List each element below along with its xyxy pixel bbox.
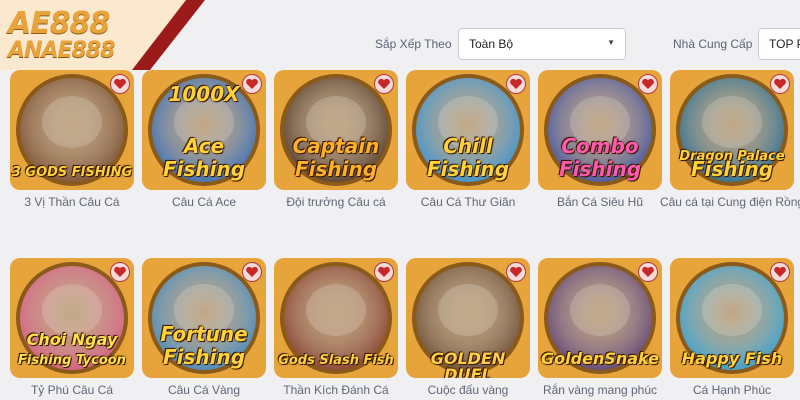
heart-icon[interactable] [638, 74, 658, 94]
heart-icon[interactable] [638, 262, 658, 282]
heart-icon[interactable] [506, 262, 526, 282]
heart-icon[interactable] [110, 74, 130, 94]
game-thumbnail[interactable]: Fortune Fishing [142, 258, 266, 378]
sort-label: Sắp Xếp Theo [375, 37, 452, 51]
game-thumbnail[interactable]: 3 GODS FISHING [10, 70, 134, 190]
game-title[interactable]: Rắn vàng mang phúc [524, 382, 676, 399]
heart-icon[interactable] [374, 74, 394, 94]
game-title[interactable]: Cá Hạnh Phúc [656, 382, 800, 399]
game-title[interactable]: Đội trưởng Câu cá [260, 194, 412, 211]
logo-line-1: AE888 [8, 6, 110, 41]
game-title[interactable]: 3 Vị Thần Câu Cá [0, 194, 148, 211]
game-thumbnail[interactable]: Chơi Ngay Fishing Tycoon [10, 258, 134, 378]
game-thumbnail[interactable]: Chill Fishing [406, 70, 530, 190]
game-art-text: Chơi Ngay [26, 330, 118, 349]
game-art-text: Fishing [426, 157, 510, 181]
provider-select-value: TOP PL [769, 37, 800, 51]
game-thumbnail[interactable]: GOLDEN DUEL [406, 258, 530, 378]
game-thumbnail[interactable]: Combo Fishing [538, 70, 662, 190]
game-art-text: Fishing [690, 157, 774, 181]
game-art-text: GOLDEN DUEL [430, 349, 506, 379]
game-title[interactable]: Câu Cá Thư Giãn [392, 194, 544, 211]
sort-select[interactable]: Toàn Bộ ▼ [458, 28, 626, 60]
game-art-text: Captain [292, 134, 380, 158]
game-thumbnail[interactable]: Dragon Palace Fishing [670, 70, 794, 190]
sort-select-value: Toàn Bộ [469, 37, 514, 51]
game-art-text: Fishing [294, 157, 378, 181]
game-art-text: Fishing [162, 157, 246, 181]
brand-logo[interactable]: AE888 ANAE888 [0, 0, 205, 70]
game-art-text: Combo [561, 134, 639, 158]
game-art-text: Fishing Tycoon [18, 353, 126, 368]
heart-icon[interactable] [506, 74, 526, 94]
game-art-text: Fishing [162, 345, 246, 369]
provider-label: Nhà Cung Cấp [673, 37, 753, 51]
game-art-text: 3 GODS FISHING [11, 165, 133, 180]
game-thumbnail[interactable]: Gods Slash Fish [274, 258, 398, 378]
game-art-text: Fishing [558, 157, 642, 181]
chevron-down-icon: ▼ [607, 38, 615, 47]
heart-icon[interactable] [110, 262, 130, 282]
game-title[interactable]: Câu cá tại Cung điện Rồng [656, 194, 800, 211]
heart-icon[interactable] [374, 262, 394, 282]
game-thumbnail[interactable]: GoldenSnake [538, 258, 662, 378]
game-art-text: Ace [183, 134, 225, 158]
game-art-text: Fortune [160, 322, 248, 346]
game-title[interactable]: Bắn Cá Siêu Hũ [524, 194, 676, 211]
game-title[interactable]: Thần Kích Đánh Cá [260, 382, 412, 399]
game-art-text: Chill [443, 134, 493, 158]
provider-select[interactable]: TOP PL [758, 28, 800, 60]
game-art-text: Happy Fish [681, 349, 783, 368]
heart-icon[interactable] [770, 74, 790, 94]
game-art-text: GoldenSnake [541, 349, 659, 368]
game-thumbnail[interactable]: 1000X Ace Fishing [142, 70, 266, 190]
logo-line-2: ANAE888 [8, 38, 115, 63]
game-title[interactable]: Cuộc đấu vàng [392, 382, 544, 399]
game-thumbnail[interactable]: Captain Fishing [274, 70, 398, 190]
heart-icon[interactable] [770, 262, 790, 282]
heart-icon[interactable] [242, 262, 262, 282]
game-title[interactable]: Câu Cá Ace [128, 194, 280, 211]
game-title[interactable]: Câu Cá Vàng [128, 382, 280, 399]
game-art-text: 1000X [168, 82, 240, 106]
top-bar: AE888 ANAE888 Sắp Xếp Theo Toàn Bộ ▼ Nhà… [0, 0, 800, 70]
game-thumbnail[interactable]: Happy Fish [670, 258, 794, 378]
game-art-text: Gods Slash Fish [278, 353, 394, 368]
game-title[interactable]: Tỷ Phú Câu Cá [0, 382, 148, 399]
